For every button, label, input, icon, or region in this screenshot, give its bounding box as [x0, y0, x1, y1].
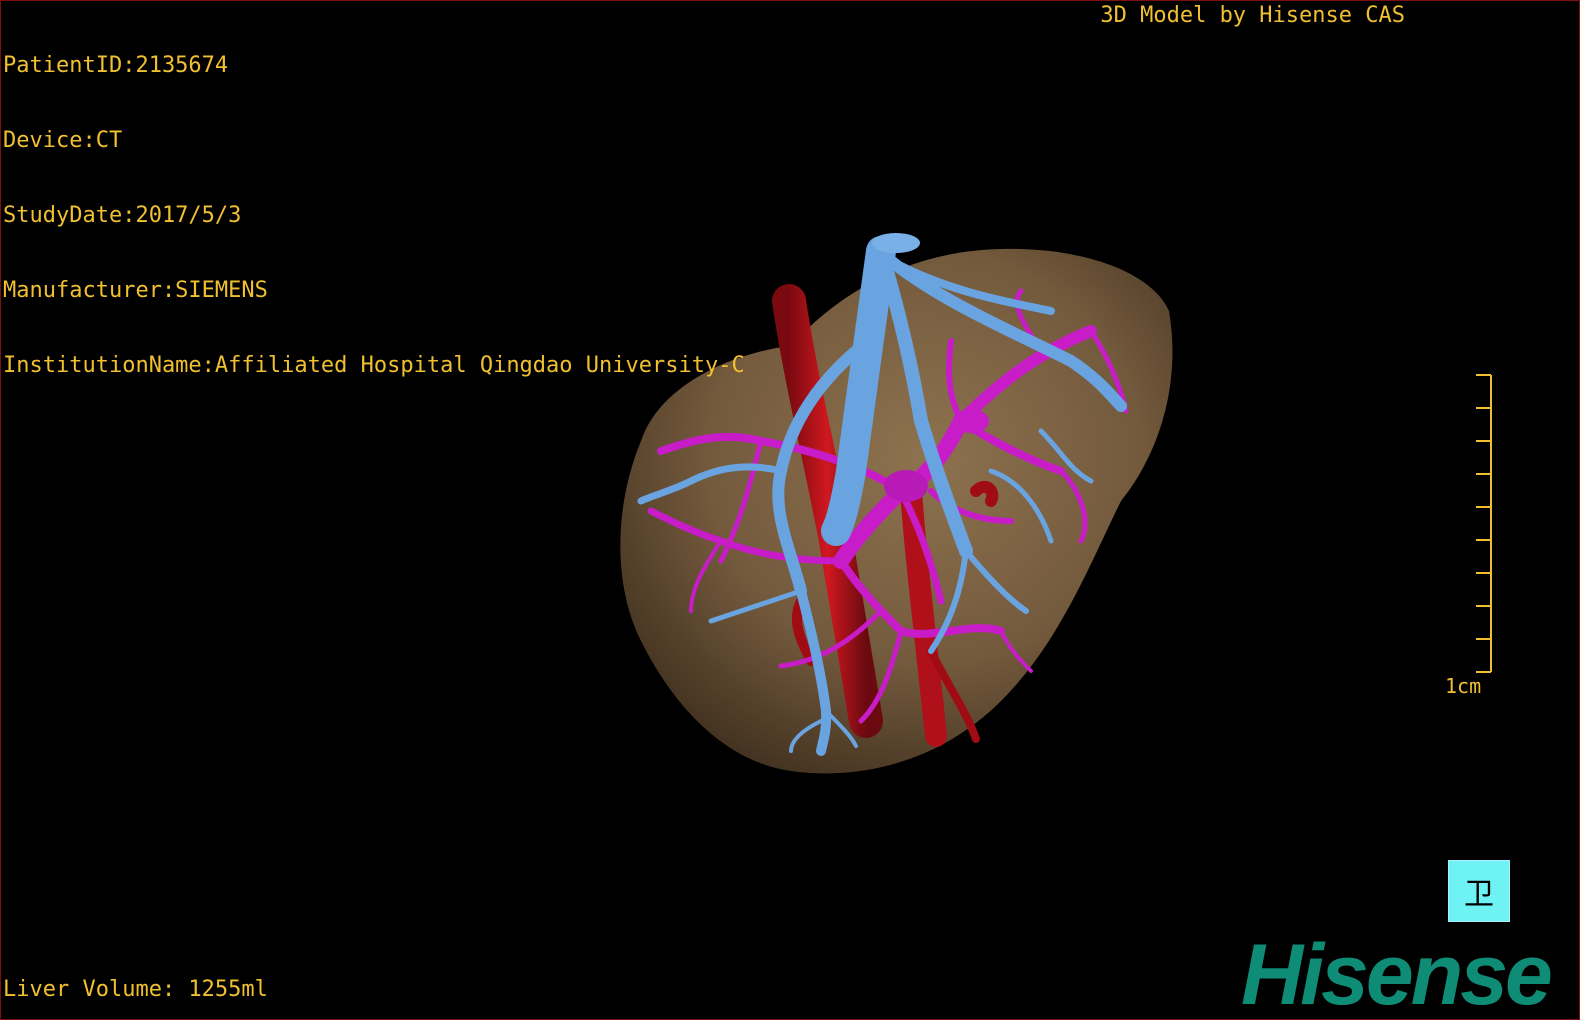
patient-id: PatientID:2135674 [3, 53, 229, 78]
orientation-cube-icon[interactable]: 卫 [1448, 860, 1510, 922]
model-credit: 3D Model by Hisense CAS [1100, 3, 1405, 28]
manufacturer: Manufacturer:SIEMENS [3, 278, 268, 303]
3d-viewport[interactable]: PatientID:2135674 Device:CT StudyDate:20… [0, 0, 1580, 1020]
hepatic-vein-ivc-top [872, 233, 920, 253]
institution-name: InstitutionName:Affiliated Hospital Qing… [3, 353, 745, 378]
portal-vein-bifurcation [884, 470, 928, 502]
device: Device:CT [3, 128, 123, 153]
hisense-logo: Hisense [1241, 927, 1553, 1020]
portal-vein-junction [953, 409, 989, 433]
liver-volume: Liver Volume: 1255ml [3, 977, 268, 1002]
patient-info-panel: PatientID:2135674 Device:CT StudyDate:20… [3, 3, 745, 428]
study-date: StudyDate:2017/5/3 [3, 203, 242, 228]
orientation-glyph: 卫 [1464, 877, 1494, 912]
scale-bar [1476, 374, 1492, 673]
scale-label: 1cm [1445, 674, 1482, 698]
